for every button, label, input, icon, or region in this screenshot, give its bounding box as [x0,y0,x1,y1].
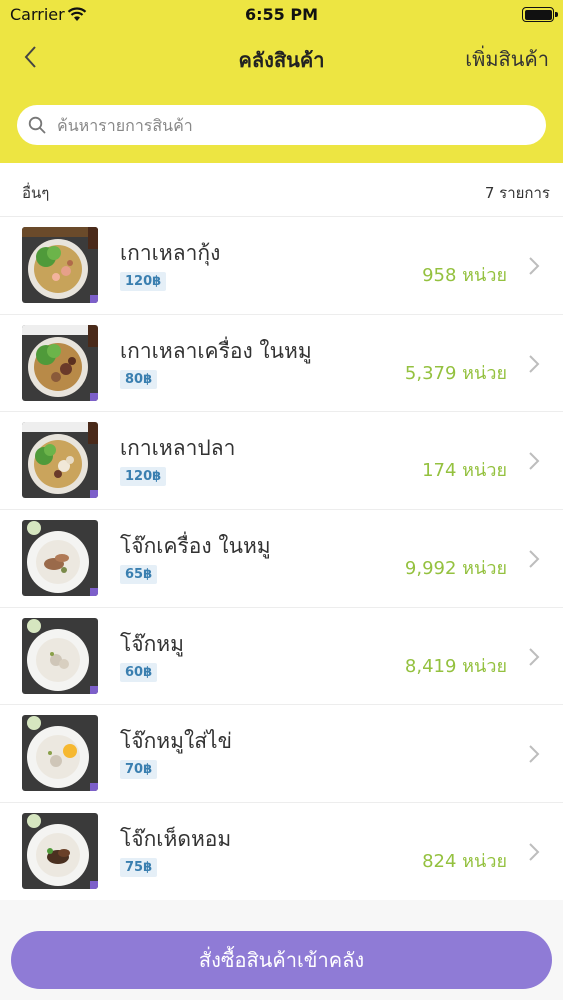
product-image [22,617,98,694]
stock-quantity: 174 หน่วย [422,460,507,482]
search-bar[interactable] [17,105,546,145]
add-product-button[interactable]: เพิ่มสินค้า [465,43,549,75]
section-header: อื่นๆ 7 รายการ [0,163,563,217]
product-image [22,715,98,792]
order-stock-button[interactable]: สั่งซื้อสินค้าเข้าคลัง [11,931,552,989]
price-badge: 70฿ [120,760,158,780]
header-bar: Carrier 6:55 PM คลังสินค้า เพิ่มสินค้า [0,0,563,163]
chevron-right-icon [529,648,540,666]
battery-icon [522,7,558,22]
price-badge: 80฿ [120,369,158,389]
product-name: เกาเหลากุ้ง [120,241,221,265]
chevron-right-icon [529,550,540,568]
list-item[interactable]: โจ๊กหมูใส่ไข่ 70฿ [0,705,563,804]
list-item[interactable]: เกาเหลาเครื่อง ในหมู 80฿ 5,379 หน่วย [0,315,563,413]
stock-quantity: 958 หน่วย [422,265,507,286]
product-image [22,422,98,499]
search-input[interactable] [57,105,537,145]
list-item[interactable]: เกาเหลาปลา 120฿ 174 หน่วย [0,412,563,511]
price-badge: 120฿ [120,467,167,487]
product-name: เกาเหลาเครื่อง ในหมู [120,338,312,363]
price-badge: 120฿ [120,272,167,291]
chevron-right-icon [529,257,540,275]
chevron-right-icon [529,354,540,373]
product-image [22,227,98,303]
product-image [22,813,98,890]
product-image [22,324,98,401]
item-count: 7 รายการ [484,184,550,202]
status-bar: Carrier 6:55 PM [0,0,563,30]
clock: 6:55 PM [244,5,318,24]
list-item[interactable]: โจ๊กหมู 60฿ 8,419 หน่วย [0,608,563,706]
list-item[interactable]: โจ๊กเครื่อง ในหมู 65฿ 9,992 หน่วย [0,510,563,608]
product-name: เกาเหลาปลา [120,436,236,461]
list-item[interactable]: เกาเหลากุ้ง 120฿ 958 หน่วย [0,217,563,315]
product-name: โจ๊กเห็ดหอม [120,827,232,852]
stock-quantity: 9,992 หน่วย [404,558,507,580]
chevron-right-icon [529,843,540,861]
product-name: โจ๊กหมูใส่ไข่ [120,729,232,754]
price-badge: 75฿ [120,858,158,878]
section-title: อื่นๆ [22,184,50,202]
chevron-right-icon [529,452,540,471]
product-list: เกาเหลากุ้ง 120฿ 958 หน่วย เกาเหลาเครื่อ… [0,217,563,901]
product-image [22,520,98,597]
price-badge: 65฿ [120,565,158,585]
product-name: โจ๊กหมู [120,631,184,656]
price-badge: 60฿ [120,662,158,682]
list-item[interactable]: โจ๊กเห็ดหอม 75฿ 824 หน่วย [0,803,563,901]
stock-quantity: 5,379 หน่วย [404,362,507,384]
chevron-left-icon [24,46,36,68]
chevron-right-icon [529,745,540,764]
stock-quantity: 824 หน่วย [422,851,507,873]
product-name: โจ๊กเครื่อง ในหมู [120,534,271,559]
stock-quantity: 8,419 หน่วย [404,655,507,677]
search-icon [28,116,46,134]
back-button[interactable] [18,40,48,74]
